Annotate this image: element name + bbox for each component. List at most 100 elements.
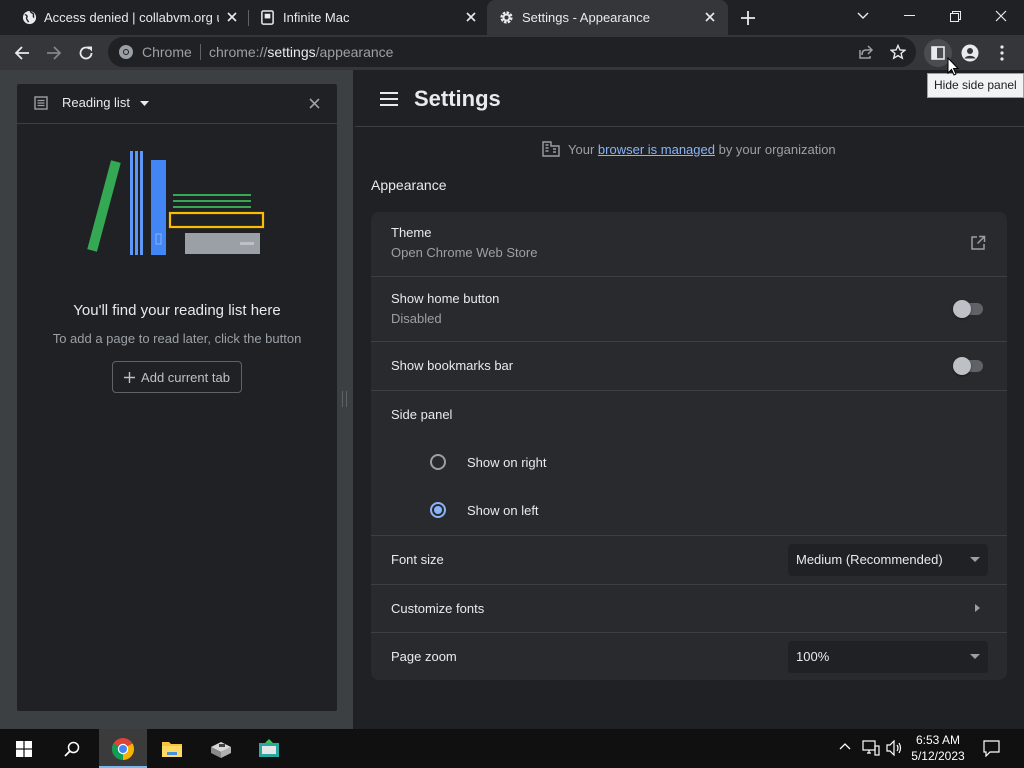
chrome-icon	[118, 44, 134, 60]
browser-managed-link[interactable]: browser is managed	[598, 142, 715, 157]
app-icon	[259, 738, 279, 757]
empty-state-description: To add a page to read later, click the b…	[52, 331, 302, 346]
notification-icon[interactable]	[983, 740, 1000, 757]
show-on-left-radio[interactable]	[430, 502, 446, 518]
taskbar-file-explorer[interactable]	[148, 729, 196, 768]
gear-icon	[499, 10, 514, 25]
tab-search-button[interactable]	[840, 0, 886, 32]
external-link-icon[interactable]	[970, 235, 986, 251]
show-on-right-label[interactable]: Show on right	[467, 455, 547, 470]
customize-fonts-row[interactable]: Customize fonts	[371, 584, 1007, 632]
arrow-left-icon	[14, 46, 29, 60]
minimize-icon	[903, 15, 915, 16]
kebab-menu-icon	[1000, 45, 1004, 61]
start-button[interactable]	[0, 729, 48, 768]
show-on-right-radio[interactable]	[430, 454, 446, 470]
page-zoom-select[interactable]: 100%	[788, 641, 988, 673]
home-button-row: Show home button Disabled	[371, 276, 1007, 341]
volume-icon[interactable]	[886, 740, 904, 756]
close-icon[interactable]	[309, 98, 320, 109]
side-panel-icon	[931, 46, 945, 60]
chevron-down-icon	[857, 12, 869, 19]
add-current-tab-button[interactable]: Add current tab	[112, 361, 242, 393]
side-panel-label: Side panel	[391, 407, 453, 422]
close-icon[interactable]	[465, 11, 477, 23]
chrome-label: Chrome	[142, 44, 192, 60]
person-icon	[961, 44, 979, 62]
bookmarks-bar-row: Show bookmarks bar	[371, 341, 1007, 390]
taskbar-app-2[interactable]	[245, 729, 293, 768]
reload-icon	[79, 46, 93, 60]
arrow-right-icon	[47, 46, 62, 60]
home-button-label: Show home button	[391, 291, 500, 306]
appearance-card: Theme Open Chrome Web Store Show home bu…	[371, 212, 1007, 680]
page-title: Settings	[414, 86, 501, 111]
tab-strip: Access denied | collabvm.org use Infinit…	[0, 0, 1024, 35]
settings-page: Settings Your browser is managed by your…	[355, 70, 1024, 729]
font-size-select[interactable]: Medium (Recommended)	[788, 544, 988, 576]
side-panel-resize-handle[interactable]	[342, 391, 347, 407]
close-window-button[interactable]	[978, 0, 1024, 32]
document-icon	[260, 10, 275, 25]
books-illustration	[87, 146, 267, 266]
star-icon[interactable]	[890, 44, 906, 60]
side-panel: Reading list You'll find your reading li…	[0, 70, 353, 729]
side-panel-row: Side panel Show on right Show on left	[371, 390, 1007, 535]
side-panel-title: Reading list	[62, 95, 130, 110]
tab-settings-appearance[interactable]: Settings - Appearance	[487, 0, 728, 35]
taskbar: 6:53 AM 5/12/2023	[0, 729, 1024, 768]
back-button[interactable]	[8, 39, 36, 67]
reload-button[interactable]	[72, 39, 100, 67]
network-icon[interactable]	[862, 740, 880, 756]
minimize-button[interactable]	[886, 0, 932, 32]
toolbar: Chrome chrome://settings/appearance	[0, 35, 1024, 70]
profile-button[interactable]	[956, 39, 984, 67]
restore-button[interactable]	[932, 0, 978, 32]
globe-icon	[22, 10, 37, 25]
address-bar[interactable]: Chrome chrome://settings/appearance	[108, 37, 916, 67]
tab-title: Infinite Mac	[283, 10, 350, 25]
omnibox-separator	[200, 44, 201, 60]
building-icon	[542, 141, 560, 157]
tooltip: Hide side panel	[927, 73, 1024, 98]
tab-infinite-mac[interactable]: Infinite Mac	[249, 0, 486, 35]
section-title: Appearance	[371, 177, 447, 193]
url-text: chrome://settings/appearance	[209, 44, 394, 60]
theme-label: Theme	[391, 225, 432, 240]
share-icon[interactable]	[858, 44, 874, 60]
empty-state-title: You'll find your reading list here	[73, 302, 281, 319]
forward-button[interactable]	[40, 39, 68, 67]
new-tab-button[interactable]	[738, 8, 758, 28]
tab-title: Settings - Appearance	[522, 10, 650, 25]
computer-icon	[211, 741, 231, 758]
chevron-up-icon[interactable]	[839, 742, 851, 750]
home-button-sublabel: Disabled	[391, 311, 442, 326]
font-size-row: Font size Medium (Recommended)	[371, 535, 1007, 584]
page-zoom-row: Page zoom 100%	[371, 632, 1007, 680]
close-icon[interactable]	[704, 11, 716, 23]
theme-row[interactable]: Theme Open Chrome Web Store	[371, 212, 1007, 276]
restore-icon	[949, 10, 961, 22]
clock-date: 5/12/2023	[911, 749, 965, 763]
plus-icon	[124, 371, 136, 383]
bookmarks-bar-label: Show bookmarks bar	[391, 358, 514, 373]
taskbar-app-1[interactable]	[197, 729, 245, 768]
settings-header: Settings	[355, 70, 1024, 127]
chevron-right-icon	[975, 604, 980, 612]
menu-button[interactable]	[988, 39, 1016, 67]
taskbar-chrome[interactable]	[99, 729, 147, 768]
hamburger-menu-icon[interactable]	[380, 92, 398, 106]
bookmarks-bar-toggle[interactable]	[953, 357, 985, 375]
reading-list-panel: Reading list You'll find your reading li…	[17, 84, 337, 711]
reading-list-icon	[34, 96, 48, 110]
home-button-toggle[interactable]	[953, 300, 985, 318]
tab-title: Access denied | collabvm.org use	[44, 10, 219, 25]
side-panel-header: Reading list	[17, 84, 337, 124]
show-on-left-label[interactable]: Show on left	[467, 503, 539, 518]
system-clock[interactable]: 6:53 AM 5/12/2023	[906, 732, 970, 764]
dropdown-caret-icon[interactable]	[140, 101, 149, 106]
close-icon[interactable]	[226, 11, 238, 23]
search-button[interactable]	[48, 729, 96, 768]
tab-access-denied[interactable]: Access denied | collabvm.org use	[0, 0, 248, 35]
dropdown-caret-icon	[970, 557, 980, 562]
